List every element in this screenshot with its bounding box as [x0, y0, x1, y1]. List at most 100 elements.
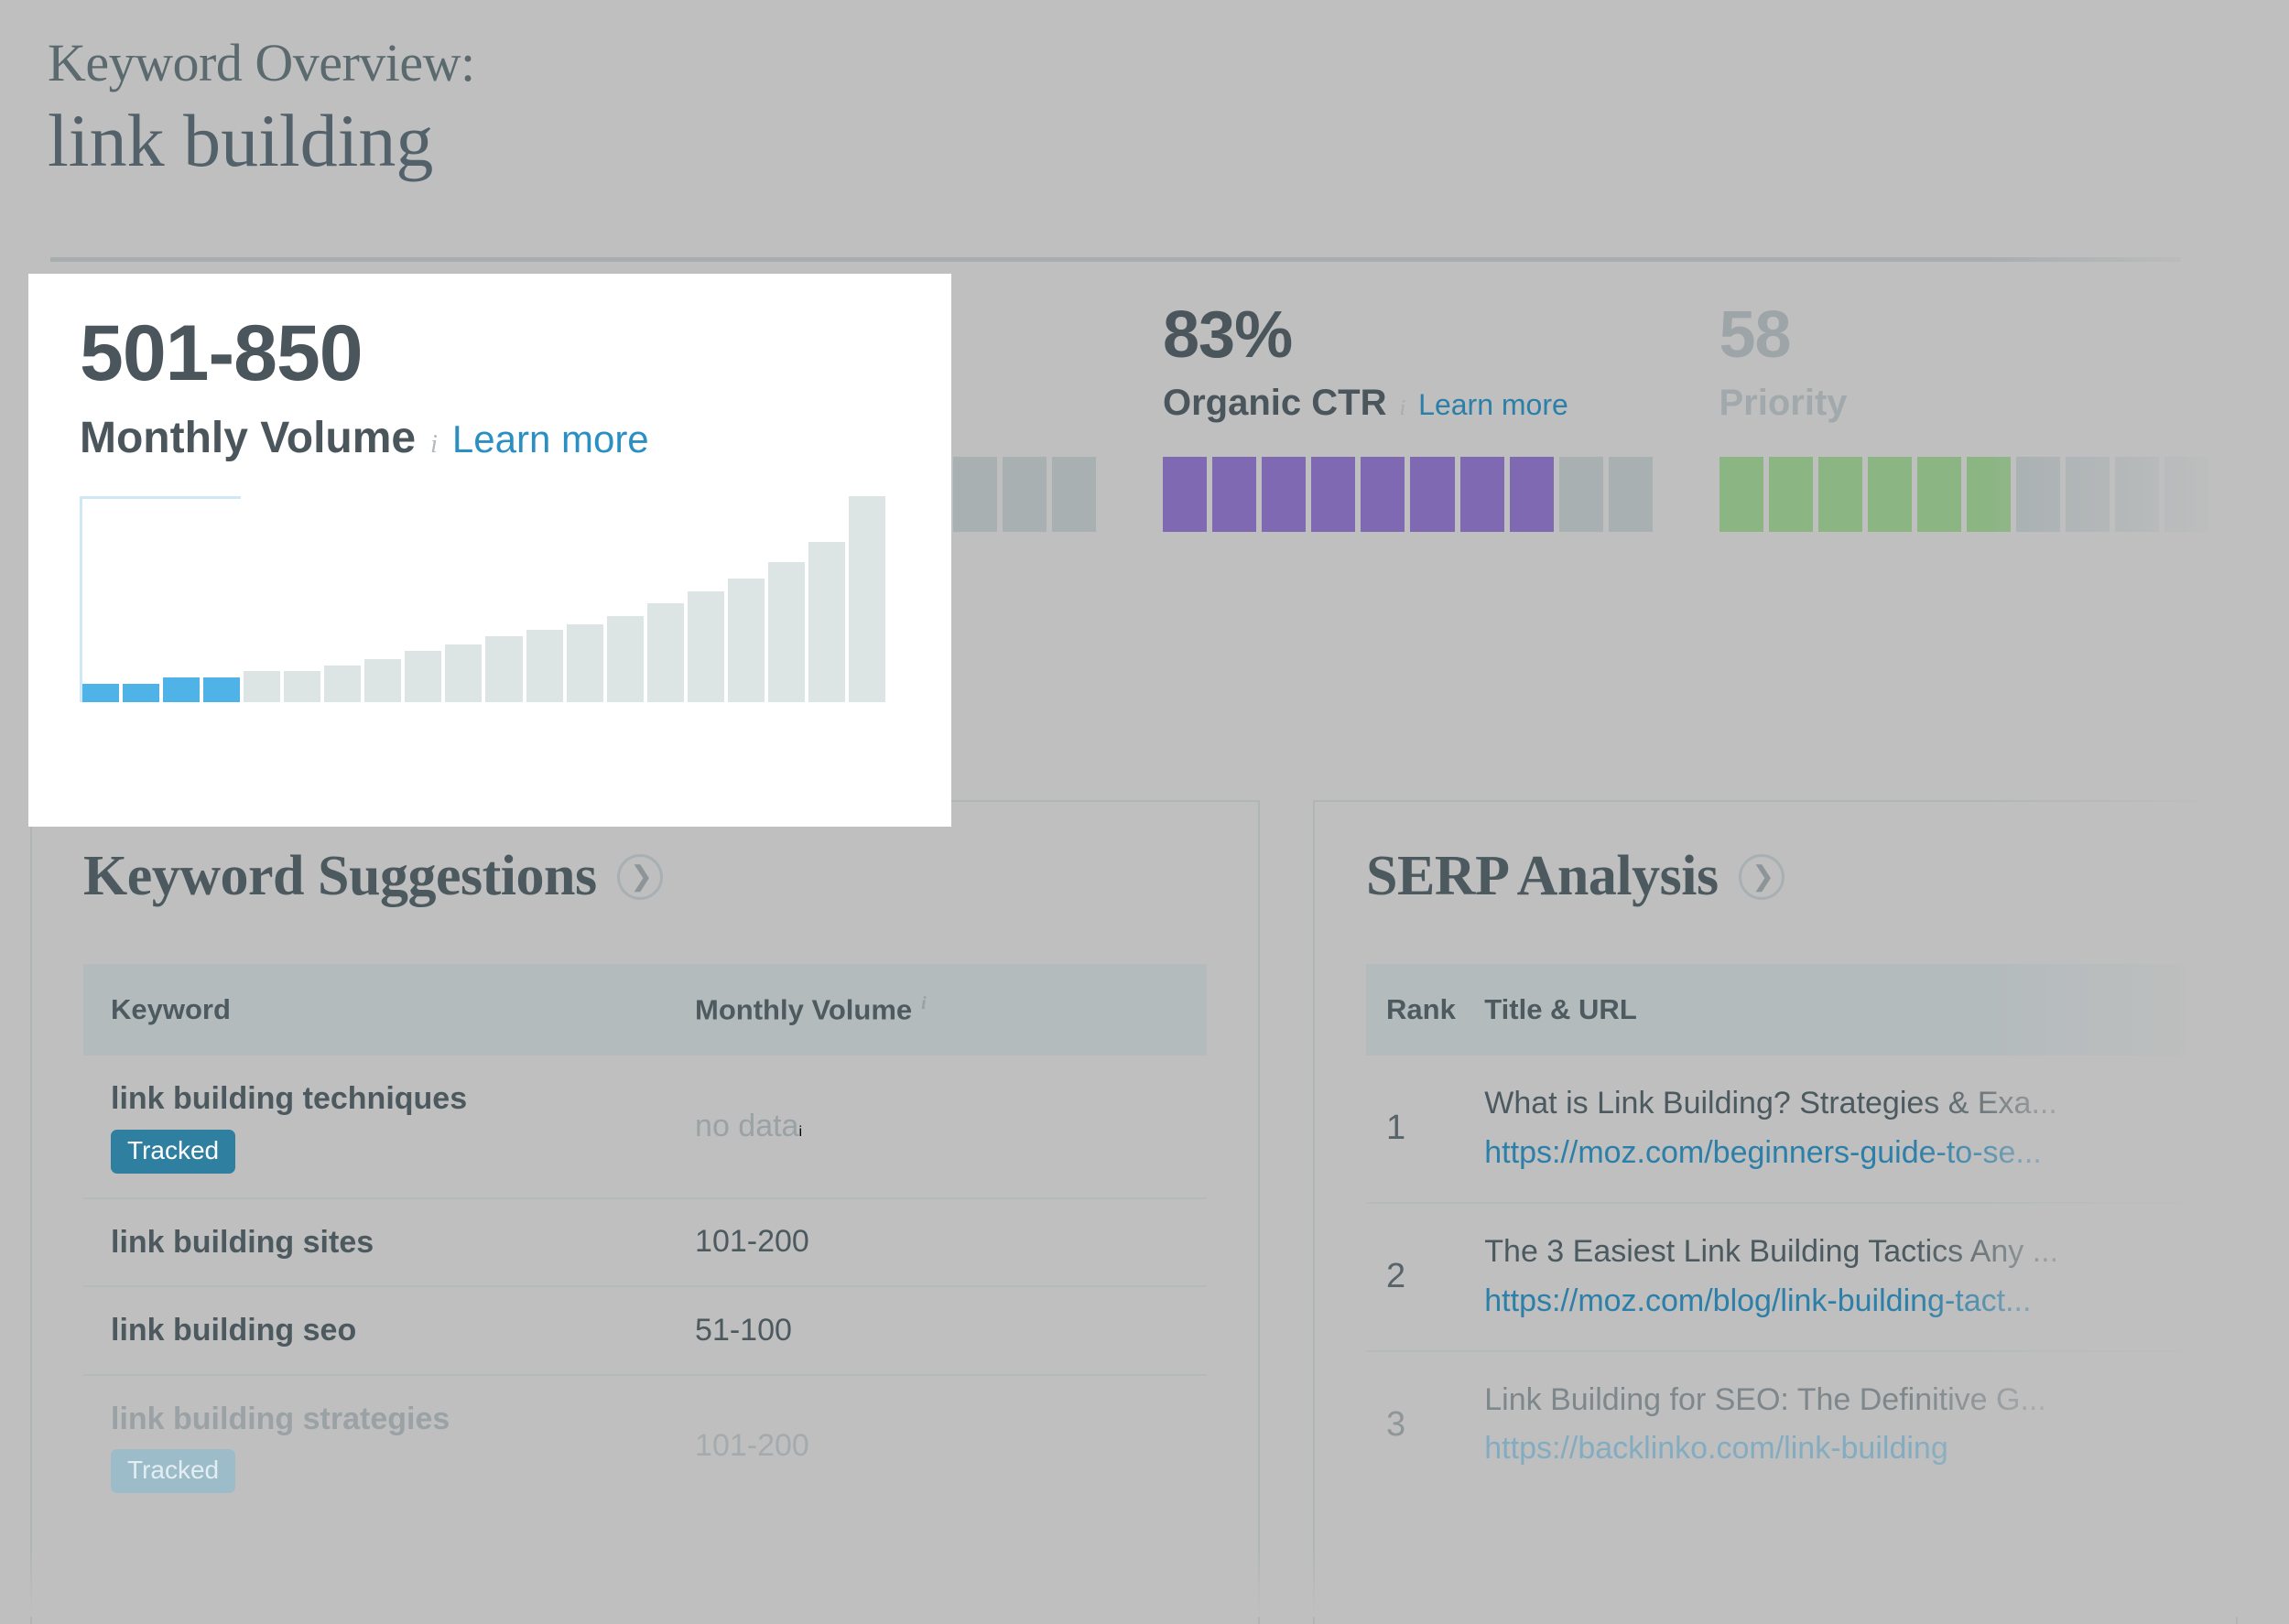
- page-header: Keyword Overview: link building: [48, 37, 475, 183]
- serp-result-url[interactable]: https://moz.com/blog/link-building-tact.…: [1484, 1281, 2185, 1323]
- segment: [1559, 457, 1603, 532]
- segment: [1510, 457, 1554, 532]
- serp-analysis-body: 1 What is Link Building? Strategies & Ex…: [1366, 1056, 2185, 1498]
- serp-analysis-header[interactable]: SERP Analysis ❯: [1366, 844, 2185, 909]
- chart-bar: [244, 671, 280, 702]
- segment: [953, 457, 997, 532]
- keyword-cell: link building sites: [83, 1198, 667, 1287]
- chart-plot-area: [82, 496, 885, 702]
- organic-ctr-segment-bar: [1163, 457, 1653, 532]
- rank-value: 3: [1386, 1405, 1405, 1444]
- volume-cell: 101-200: [667, 1198, 1207, 1287]
- volume-value: no data: [695, 1109, 798, 1143]
- column-header-keyword[interactable]: Keyword: [83, 964, 667, 1056]
- chart-bar: [526, 630, 563, 702]
- keyword-cell: link building strategies Tracked: [83, 1375, 667, 1518]
- serp-result-title[interactable]: The 3 Easiest Link Building Tactics Any …: [1484, 1231, 2185, 1273]
- learn-more-link[interactable]: Learn more: [1418, 388, 1568, 422]
- info-icon[interactable]: i: [921, 993, 927, 1013]
- keyword-suggestions-title: Keyword Suggestions: [83, 844, 597, 909]
- priority-segment-bar: [1719, 457, 2209, 532]
- chart-bar: [82, 684, 119, 702]
- keyword-label[interactable]: link building sites: [111, 1223, 667, 1262]
- table-row[interactable]: link building sites 101-200: [83, 1198, 1207, 1287]
- metric-value: 83%: [1163, 302, 1719, 368]
- segment: [1719, 457, 1763, 532]
- column-header-monthly-volume[interactable]: Monthly Volumei: [667, 964, 1207, 1056]
- keyword-label[interactable]: link building strategies: [111, 1400, 667, 1439]
- monthly-volume-chart: [80, 496, 885, 702]
- table-row[interactable]: 2 The 3 Easiest Link Building Tactics An…: [1366, 1203, 2185, 1351]
- column-header-title-url[interactable]: Title & URL: [1464, 964, 2185, 1056]
- metric-label: Organic CTR: [1163, 383, 1386, 424]
- serp-analysis-title: SERP Analysis: [1366, 844, 1719, 909]
- keyword-label[interactable]: link building seo: [111, 1311, 667, 1350]
- chevron-right-circle-icon[interactable]: ❯: [1739, 854, 1785, 900]
- serp-analysis-card: SERP Analysis ❯ Rank Title & URL 1: [1313, 800, 2238, 1624]
- column-header-rank[interactable]: Rank: [1366, 964, 1464, 1056]
- keyword-suggestions-card: Keyword Suggestions ❯ Keyword Monthly Vo…: [30, 800, 1260, 1624]
- segment: [2164, 457, 2208, 532]
- chart-bar: [284, 671, 320, 702]
- table-row[interactable]: link building seo 51-100: [83, 1286, 1207, 1375]
- serp-result-cell: Link Building for SEO: The Definitive G.…: [1464, 1351, 2185, 1499]
- chart-bar: [849, 496, 885, 702]
- serp-result-title[interactable]: What is Link Building? Strategies & Exa.…: [1484, 1083, 2185, 1125]
- table-row[interactable]: link building strategies Tracked 101-200: [83, 1375, 1207, 1518]
- volume-cell: 101-200: [667, 1375, 1207, 1518]
- status-badge: Tracked: [111, 1130, 235, 1174]
- segment: [1212, 457, 1256, 532]
- segment: [2016, 457, 2060, 532]
- segment: [1003, 457, 1047, 532]
- chart-bar: [324, 666, 361, 703]
- table-header-row: Rank Title & URL: [1366, 964, 2185, 1056]
- keyword-suggestions-header[interactable]: Keyword Suggestions ❯: [83, 844, 1207, 909]
- learn-more-link[interactable]: Learn more: [452, 417, 649, 461]
- chart-bar: [768, 562, 805, 702]
- volume-cell: 51-100: [667, 1286, 1207, 1375]
- chart-bar: [163, 677, 200, 702]
- monthly-volume-highlight-panel: 501-850 Monthly Volume i Learn more: [28, 274, 951, 827]
- serp-result-title[interactable]: Link Building for SEO: The Definitive G.…: [1484, 1380, 2185, 1422]
- segment: [1967, 457, 2011, 532]
- chart-bar: [445, 644, 482, 702]
- table-row[interactable]: 3 Link Building for SEO: The Definitive …: [1366, 1351, 2185, 1499]
- segment: [1361, 457, 1405, 532]
- segment: [1818, 457, 1862, 532]
- segment: [2115, 457, 2159, 532]
- chart-bar: [647, 603, 684, 702]
- chevron-right-circle-icon[interactable]: ❯: [617, 854, 663, 900]
- keyword-suggestions-body: link building techniques Tracked no data…: [83, 1056, 1207, 1517]
- keyword-label[interactable]: link building techniques: [111, 1079, 667, 1119]
- chart-bar: [567, 624, 603, 703]
- keyword-cell: link building techniques Tracked: [83, 1056, 667, 1198]
- keyword-cell: link building seo: [83, 1286, 667, 1375]
- segment: [1609, 457, 1653, 532]
- segment: [1917, 457, 1961, 532]
- serp-result-url[interactable]: https://moz.com/beginners-guide-to-se...: [1484, 1132, 2185, 1175]
- info-icon[interactable]: i: [798, 1124, 802, 1140]
- volume-value: 101-200: [695, 1224, 809, 1259]
- segment: [1163, 457, 1207, 532]
- segment: [1460, 457, 1504, 532]
- info-icon[interactable]: i: [1399, 396, 1405, 421]
- segment: [1262, 457, 1306, 532]
- chart-bar: [808, 542, 845, 703]
- chart-bar: [688, 591, 724, 703]
- page-eyebrow: Keyword Overview:: [48, 37, 475, 90]
- table-header-row: Keyword Monthly Volumei: [83, 964, 1207, 1056]
- highlight-label: Monthly Volume: [80, 413, 416, 463]
- segment: [1868, 457, 1912, 532]
- chart-bar: [203, 677, 240, 702]
- segment: [2066, 457, 2110, 532]
- table-row[interactable]: 1 What is Link Building? Strategies & Ex…: [1366, 1056, 2185, 1203]
- info-icon[interactable]: i: [430, 430, 438, 460]
- segment: [1410, 457, 1454, 532]
- metric-organic-ctr: 83% Organic CTR i Learn more: [1163, 302, 1719, 532]
- volume-cell: no datai: [667, 1056, 1207, 1198]
- table-row[interactable]: link building techniques Tracked no data…: [83, 1056, 1207, 1198]
- volume-value: 51-100: [695, 1313, 792, 1348]
- metric-value: 58: [1719, 302, 2276, 368]
- serp-result-url[interactable]: https://backlinko.com/link-building: [1484, 1428, 2185, 1470]
- chart-bar: [405, 651, 441, 702]
